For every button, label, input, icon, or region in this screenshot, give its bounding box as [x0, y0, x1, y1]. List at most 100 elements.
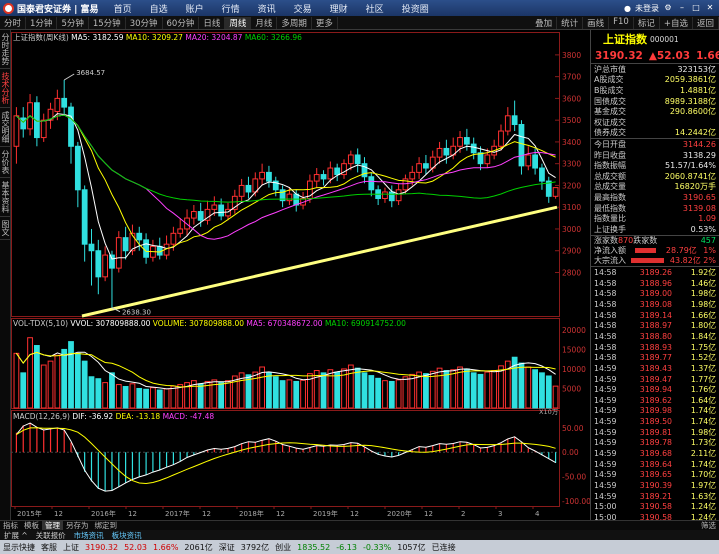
- tab-intraday[interactable]: 分时: [0, 16, 27, 29]
- tick-row: 14:58 3189.77 1.52亿: [591, 352, 719, 363]
- tick-volume: 1.74亿: [690, 459, 716, 469]
- menu-quotes[interactable]: 行情: [213, 2, 249, 15]
- volume-bar: [68, 341, 74, 409]
- tab-more[interactable]: 更多: [312, 16, 338, 29]
- flow-value: 28.79亿: [665, 245, 697, 255]
- tick-row: 14:59 3189.21 1.63亿: [591, 491, 719, 502]
- menu-home[interactable]: 首页: [105, 2, 141, 15]
- tab-multi-period[interactable]: 多周期: [277, 16, 312, 29]
- tick-time: 14:58: [594, 278, 617, 288]
- back-button[interactable]: 返回: [693, 16, 719, 29]
- tick-price: 3188.97: [639, 321, 672, 331]
- tick-time: 14:59: [594, 385, 617, 395]
- kline-chart-svg[interactable]: 2800 2900 3000 3100 3200 3300 3400 3500 3600 3700…: [11, 30, 590, 520]
- time-axis-label: 2018年: [239, 509, 264, 518]
- menu-news[interactable]: 资讯: [249, 2, 285, 15]
- price-axis-label: 3100: [562, 203, 581, 212]
- time-axis-label: 2020年: [387, 509, 412, 518]
- candle-body: [416, 163, 422, 173]
- market-stats: 沪总市值 323153亿 A股成交 2059.3861亿 B股成交 1.4881亿 国债成交…: [591, 64, 719, 138]
- candle-body: [218, 204, 225, 217]
- stats-button[interactable]: 统计: [557, 16, 584, 29]
- price-axis-label: 3200: [562, 181, 581, 190]
- chart-title: 上证指数(周K线): [13, 33, 69, 42]
- tick-volume: 1.74亿: [690, 417, 716, 427]
- ma-legend: 上证指数(周K线) MA5: 3182.59 MA10: 3209.27 MA2…: [13, 32, 302, 43]
- menu-invest-circle[interactable]: 投资圈: [393, 2, 438, 15]
- candle-body: [457, 137, 463, 147]
- tab-30min[interactable]: 30分钟: [126, 16, 163, 29]
- status-item: 1835.52: [297, 542, 331, 552]
- expand-toggle[interactable]: 扩展 ^: [0, 530, 32, 541]
- tick-volume: 1.76亿: [690, 385, 716, 395]
- tick-volume: 1.84亿: [690, 331, 716, 341]
- chart-area[interactable]: 2800 2900 3000 3100 3200 3300 3400 3500 3600 3700…: [11, 30, 590, 520]
- mark-button[interactable]: 标记: [634, 16, 660, 29]
- price-axis-label: 3000: [562, 225, 581, 234]
- tick-time: 14:58: [594, 331, 617, 341]
- volume-bar: [368, 375, 375, 409]
- candle-body: [539, 167, 545, 182]
- macd-value-legend: MACD: -47.48: [162, 412, 215, 421]
- tab-daily[interactable]: 日线: [199, 16, 226, 29]
- tick-price: 3189.08: [639, 300, 672, 310]
- menu-watchlist[interactable]: 自选: [141, 2, 177, 15]
- tick-price: 3188.93: [639, 342, 672, 352]
- tab-60min[interactable]: 60分钟: [163, 16, 200, 29]
- candle-body: [102, 254, 109, 278]
- tick-list[interactable]: 14:58 3189.26 1.92亿 14:58 3188.96 1.46亿 14:58 3…: [591, 266, 719, 544]
- tab-15min[interactable]: 15分钟: [89, 16, 126, 29]
- volume-bar: [54, 354, 61, 409]
- tick-row: 14:58 3188.96 1.46亿: [591, 278, 719, 289]
- candle-body: [511, 115, 518, 126]
- tick-price: 3189.50: [639, 417, 672, 427]
- maximize-icon[interactable]: □: [691, 3, 701, 13]
- user-icon[interactable]: ●: [624, 4, 631, 13]
- volume-bar: [552, 385, 559, 409]
- status-item[interactable]: 客服: [38, 542, 60, 553]
- stat-row: B股成交 1.4881亿: [591, 85, 719, 96]
- candle-body: [177, 228, 184, 234]
- fund-flow-row: 大宗流入 43.82亿 2%: [591, 256, 719, 267]
- f10-button[interactable]: F10: [609, 16, 634, 29]
- tab-5min[interactable]: 5分钟: [57, 16, 89, 29]
- vtab-technical[interactable]: 技术分析: [0, 69, 11, 108]
- status-item[interactable]: 显示快捷: [0, 542, 38, 553]
- close-icon[interactable]: ✕: [705, 3, 715, 13]
- menu-trade[interactable]: 交易: [285, 2, 321, 15]
- add-watchlist-button[interactable]: +自选: [660, 16, 693, 29]
- vtab-intraday[interactable]: 分时走势: [0, 30, 11, 69]
- volume-bar: [150, 387, 156, 409]
- tab-1min[interactable]: 1分钟: [26, 16, 58, 29]
- minimize-icon[interactable]: –: [677, 3, 687, 13]
- settings-icon[interactable]: ⚙: [663, 3, 673, 13]
- menu-finance[interactable]: 理财: [321, 2, 357, 15]
- vtab-graphic[interactable]: 图文: [0, 217, 11, 240]
- tab-weekly[interactable]: 周线: [225, 16, 252, 29]
- tick-price: 3189.94: [639, 385, 672, 395]
- market-news-tab[interactable]: 市场资讯: [70, 530, 108, 541]
- overlay-button[interactable]: 叠加: [531, 16, 558, 29]
- draw-line-button[interactable]: 画线: [583, 16, 610, 29]
- menu-community[interactable]: 社区: [357, 2, 393, 15]
- status-item[interactable]: 已连接: [429, 542, 459, 553]
- vtab-trades[interactable]: 成交明细: [0, 108, 11, 147]
- flow-bar: [635, 247, 657, 253]
- tick-row: 14:59 3189.94 1.76亿: [591, 384, 719, 395]
- stat-value: 0.53%: [690, 224, 716, 234]
- related-quotes-tab[interactable]: 关联报价: [32, 530, 70, 541]
- candle-body: [20, 117, 27, 130]
- stat-row: 基金成交 290.8600亿: [591, 106, 719, 117]
- vtab-price-table[interactable]: 分价表: [0, 147, 11, 178]
- candle-body: [88, 243, 95, 252]
- vtab-profile[interactable]: 基本资料: [0, 178, 11, 217]
- volume-bar: [498, 365, 504, 409]
- tab-monthly[interactable]: 月线: [251, 16, 278, 29]
- volume-bar: [95, 378, 102, 409]
- login-status[interactable]: 未登录: [635, 3, 659, 14]
- menu-account[interactable]: 账户: [177, 2, 213, 15]
- sector-news-tab[interactable]: 板块资讯: [108, 530, 146, 541]
- candle-body: [286, 193, 293, 202]
- price-axis-label: 2900: [562, 247, 581, 256]
- status-item: -6.13: [336, 542, 357, 552]
